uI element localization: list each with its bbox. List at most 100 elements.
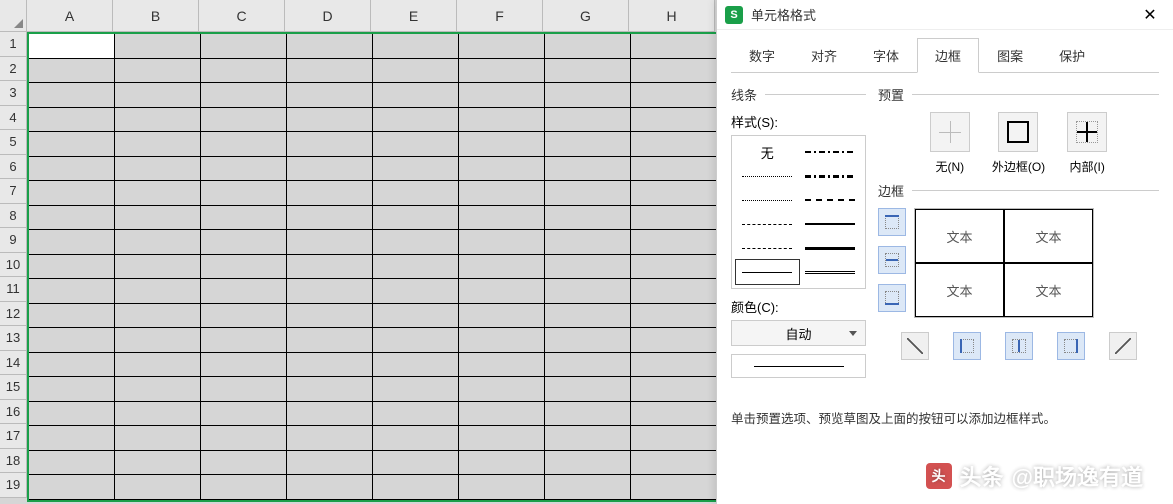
cell[interactable]: [29, 181, 115, 206]
col-header[interactable]: H: [629, 0, 715, 32]
cell[interactable]: [545, 206, 631, 231]
cell[interactable]: [115, 132, 201, 157]
cell[interactable]: [115, 230, 201, 255]
cell[interactable]: [545, 132, 631, 157]
cell[interactable]: [115, 83, 201, 108]
cell[interactable]: [631, 402, 717, 427]
cell[interactable]: [631, 108, 717, 133]
tab-0[interactable]: 数字: [731, 38, 793, 73]
cell[interactable]: [631, 475, 717, 500]
cell[interactable]: [459, 108, 545, 133]
cell[interactable]: [545, 181, 631, 206]
cell[interactable]: [459, 206, 545, 231]
cell[interactable]: [459, 132, 545, 157]
cell[interactable]: [29, 353, 115, 378]
style-fine-dot[interactable]: [736, 188, 799, 212]
cell[interactable]: [373, 206, 459, 231]
col-header[interactable]: D: [285, 0, 371, 32]
cell[interactable]: [115, 255, 201, 280]
cell[interactable]: [545, 475, 631, 500]
cell[interactable]: [545, 59, 631, 84]
style-dotted[interactable]: [736, 164, 799, 188]
style-thick[interactable]: [799, 236, 862, 260]
col-header[interactable]: G: [543, 0, 629, 32]
row-header[interactable]: 16: [0, 400, 27, 425]
cell[interactable]: [29, 230, 115, 255]
border-vmid-button[interactable]: [1005, 332, 1033, 360]
cell[interactable]: [545, 230, 631, 255]
cell[interactable]: [287, 108, 373, 133]
cell[interactable]: [201, 255, 287, 280]
cell[interactable]: [373, 255, 459, 280]
style-none[interactable]: 无: [736, 140, 799, 164]
cell[interactable]: [373, 402, 459, 427]
cell[interactable]: [287, 402, 373, 427]
cell[interactable]: [373, 475, 459, 500]
cell[interactable]: [115, 475, 201, 500]
cell[interactable]: [631, 377, 717, 402]
cell[interactable]: [373, 230, 459, 255]
col-header[interactable]: A: [27, 0, 113, 32]
cell[interactable]: [545, 377, 631, 402]
cell[interactable]: [373, 426, 459, 451]
cell[interactable]: [373, 353, 459, 378]
cell[interactable]: [631, 83, 717, 108]
cell[interactable]: [459, 255, 545, 280]
cell[interactable]: [201, 181, 287, 206]
cell[interactable]: [115, 157, 201, 182]
cell[interactable]: [287, 59, 373, 84]
style-thickdash[interactable]: [799, 188, 862, 212]
border-bottom-button[interactable]: [878, 284, 906, 312]
row-header[interactable]: 18: [0, 449, 27, 474]
row-header[interactable]: 14: [0, 351, 27, 376]
cell[interactable]: [201, 304, 287, 329]
col-header[interactable]: C: [199, 0, 285, 32]
tab-4[interactable]: 图案: [979, 38, 1041, 73]
cell[interactable]: [545, 255, 631, 280]
cell[interactable]: [115, 34, 201, 59]
cell[interactable]: [545, 108, 631, 133]
cell[interactable]: [29, 108, 115, 133]
cell[interactable]: [115, 59, 201, 84]
preset-outer-button[interactable]: [998, 112, 1038, 152]
cell[interactable]: [287, 279, 373, 304]
cell[interactable]: [115, 108, 201, 133]
cell[interactable]: [459, 475, 545, 500]
cell[interactable]: [29, 157, 115, 182]
cell[interactable]: [201, 451, 287, 476]
cell[interactable]: [115, 402, 201, 427]
cell[interactable]: [545, 353, 631, 378]
row-header[interactable]: 9: [0, 228, 27, 253]
style-medium[interactable]: [799, 212, 862, 236]
col-header[interactable]: B: [113, 0, 199, 32]
cell[interactable]: [115, 279, 201, 304]
cell[interactable]: [631, 304, 717, 329]
cell[interactable]: [201, 426, 287, 451]
cell[interactable]: [631, 181, 717, 206]
border-right-button[interactable]: [1057, 332, 1085, 360]
cell[interactable]: [545, 279, 631, 304]
cell[interactable]: [373, 34, 459, 59]
tab-5[interactable]: 保护: [1041, 38, 1103, 73]
cell[interactable]: [373, 83, 459, 108]
cell[interactable]: [287, 451, 373, 476]
cell[interactable]: [373, 108, 459, 133]
cell[interactable]: [29, 377, 115, 402]
row-header[interactable]: 13: [0, 326, 27, 351]
cell[interactable]: [201, 279, 287, 304]
cell[interactable]: [459, 279, 545, 304]
cell[interactable]: [459, 451, 545, 476]
cell[interactable]: [631, 353, 717, 378]
row-header[interactable]: 5: [0, 130, 27, 155]
row-header[interactable]: 12: [0, 302, 27, 327]
preset-none-button[interactable]: [930, 112, 970, 152]
cell[interactable]: [29, 451, 115, 476]
cell[interactable]: [631, 426, 717, 451]
style-double[interactable]: [799, 260, 862, 284]
cell[interactable]: [115, 353, 201, 378]
row-header[interactable]: 7: [0, 179, 27, 204]
cell[interactable]: [201, 132, 287, 157]
cell[interactable]: [545, 451, 631, 476]
cell[interactable]: [287, 157, 373, 182]
border-preview[interactable]: 文本 文本 文本 文本: [914, 208, 1094, 318]
